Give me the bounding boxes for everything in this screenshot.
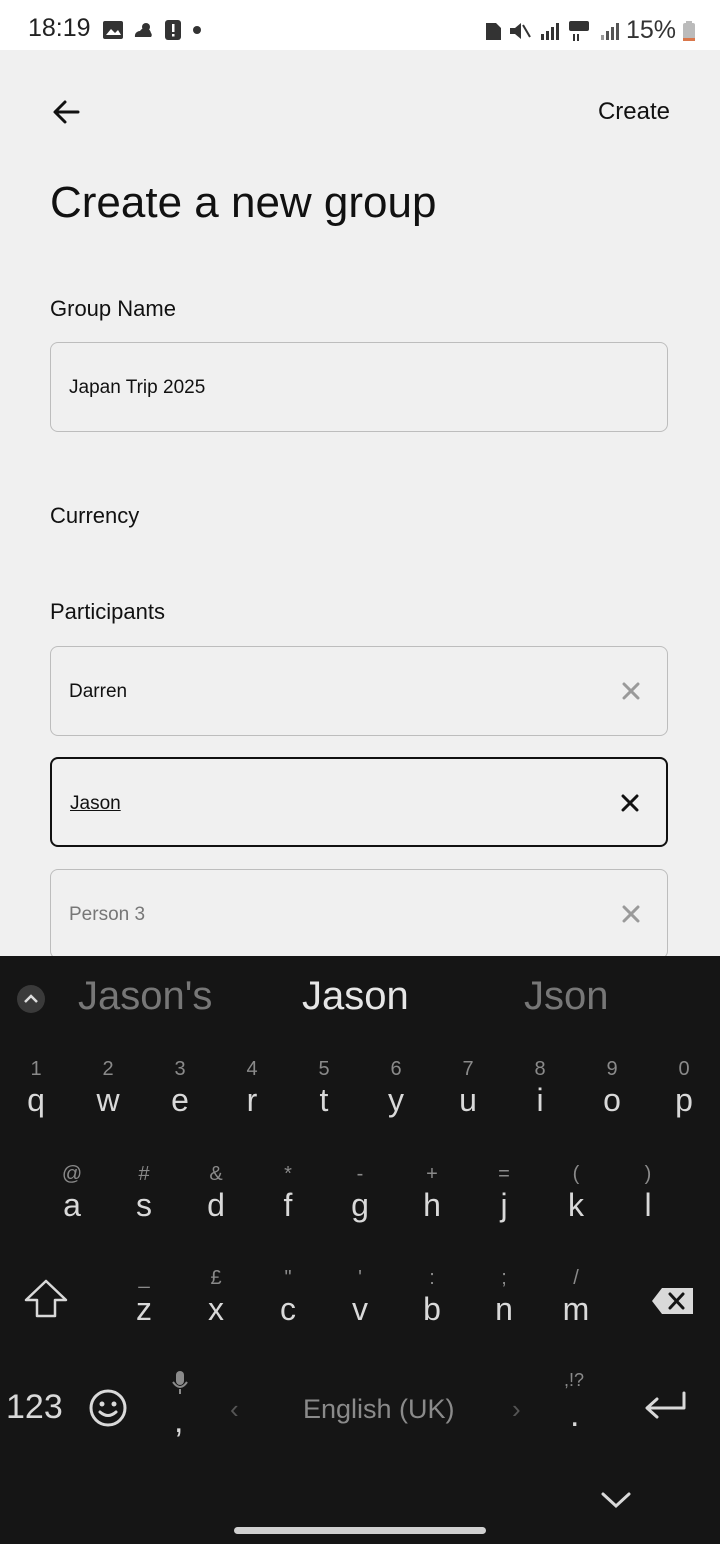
key-f[interactable]: * f bbox=[252, 1163, 324, 1224]
shift-icon[interactable] bbox=[22, 1278, 70, 1320]
key-d[interactable]: & d bbox=[180, 1163, 252, 1224]
signal-r-icon bbox=[540, 22, 559, 40]
key-k[interactable]: (k bbox=[540, 1163, 612, 1224]
battery-percent: 15% bbox=[625, 16, 676, 44]
key-w[interactable]: 2w bbox=[72, 1058, 144, 1119]
participant-field-3[interactable]: Person 3 bbox=[50, 869, 668, 956]
battery-icon bbox=[683, 20, 695, 41]
emoji-icon[interactable] bbox=[88, 1388, 128, 1428]
key-q[interactable]: 1q bbox=[0, 1058, 72, 1119]
key-e[interactable]: 3e bbox=[144, 1058, 216, 1119]
keyboard: Jason's Jason Json 1q 2w 3e 4r 5t 6y 7u … bbox=[0, 956, 720, 1544]
participant-field-2[interactable]: Jason bbox=[50, 757, 668, 847]
5g-icon bbox=[568, 20, 589, 41]
comma-key[interactable]: , bbox=[174, 1402, 183, 1441]
gesture-nav-bar[interactable] bbox=[234, 1527, 486, 1534]
key-y[interactable]: 6y bbox=[360, 1058, 432, 1119]
key-h[interactable]: + h bbox=[396, 1163, 468, 1224]
key-u[interactable]: 7u bbox=[432, 1058, 504, 1119]
remove-participant-icon[interactable] bbox=[621, 904, 641, 924]
key-l[interactable]: ) l bbox=[612, 1163, 684, 1224]
space-right-arrow-icon: › bbox=[512, 1394, 521, 1424]
key-a[interactable]: @ a bbox=[36, 1163, 108, 1224]
period-key-sub: ,!? bbox=[564, 1370, 585, 1390]
participant-value: Darren bbox=[69, 681, 128, 702]
participant-field-1[interactable]: Darren bbox=[50, 646, 668, 736]
key-z[interactable]: _ z bbox=[108, 1267, 180, 1328]
key-s[interactable]: # s bbox=[108, 1163, 180, 1224]
create-group-screen: Create Create a new group Group Name Jap… bbox=[0, 50, 720, 956]
dot-icon bbox=[193, 26, 201, 34]
status-system-icons: 15% bbox=[484, 16, 696, 45]
page-title: Create a new group bbox=[50, 178, 437, 227]
key-c[interactable]: " c bbox=[252, 1267, 324, 1328]
key-r[interactable]: 4r bbox=[216, 1058, 288, 1119]
key-v[interactable]: ' v bbox=[324, 1267, 396, 1328]
key-o[interactable]: 9o bbox=[576, 1058, 648, 1119]
alert-icon bbox=[165, 20, 181, 40]
participants-label: Participants bbox=[50, 599, 165, 624]
hide-keyboard-icon[interactable] bbox=[600, 1490, 632, 1510]
key-n[interactable]: ; n bbox=[468, 1267, 540, 1328]
space-bar[interactable]: English (UK) bbox=[303, 1394, 455, 1425]
expand-toolbar-icon[interactable] bbox=[16, 984, 46, 1014]
mute-icon bbox=[509, 22, 531, 39]
participant-value: Jason bbox=[70, 793, 121, 814]
key-j[interactable]: = j bbox=[468, 1163, 540, 1224]
key-t[interactable]: 5t bbox=[288, 1058, 360, 1119]
signal-icon bbox=[600, 22, 619, 40]
key-p[interactable]: 0p bbox=[648, 1058, 720, 1119]
status-bar: 18:19 15% bbox=[0, 0, 720, 50]
key-i[interactable]: 8i bbox=[504, 1058, 576, 1119]
key-b[interactable]: :b bbox=[396, 1267, 468, 1328]
create-button[interactable]: Create bbox=[598, 98, 670, 126]
remove-participant-icon[interactable] bbox=[620, 793, 640, 813]
microphone-icon bbox=[172, 1371, 188, 1394]
weather-icon bbox=[134, 23, 152, 37]
gallery-icon bbox=[103, 21, 123, 39]
enter-icon[interactable] bbox=[642, 1390, 688, 1426]
group-name-value: Japan Trip 2025 bbox=[69, 377, 206, 398]
period-key[interactable]: . bbox=[570, 1396, 579, 1435]
remove-participant-icon[interactable] bbox=[621, 681, 641, 701]
key-x[interactable]: £ x bbox=[180, 1267, 252, 1328]
key-g[interactable]: -g bbox=[324, 1163, 396, 1224]
numbers-key[interactable]: 123 bbox=[6, 1388, 63, 1427]
status-time: 18:19 bbox=[28, 14, 91, 42]
key-m[interactable]: / m bbox=[540, 1267, 612, 1328]
currency-label[interactable]: Currency bbox=[50, 503, 139, 529]
group-name-label: Group Name bbox=[50, 296, 176, 321]
suggestion-1[interactable]: Jason's bbox=[78, 974, 212, 1019]
sim-icon bbox=[485, 22, 501, 40]
back-arrow-icon[interactable] bbox=[48, 94, 84, 130]
space-left-arrow-icon: ‹ bbox=[230, 1394, 239, 1424]
status-notification-icons bbox=[102, 19, 204, 41]
backspace-icon[interactable] bbox=[650, 1286, 696, 1316]
participant-placeholder: Person 3 bbox=[69, 904, 146, 925]
suggestion-2[interactable]: Jason bbox=[302, 974, 409, 1019]
suggestion-3[interactable]: Json bbox=[524, 974, 609, 1019]
group-name-field[interactable]: Japan Trip 2025 bbox=[50, 342, 668, 432]
